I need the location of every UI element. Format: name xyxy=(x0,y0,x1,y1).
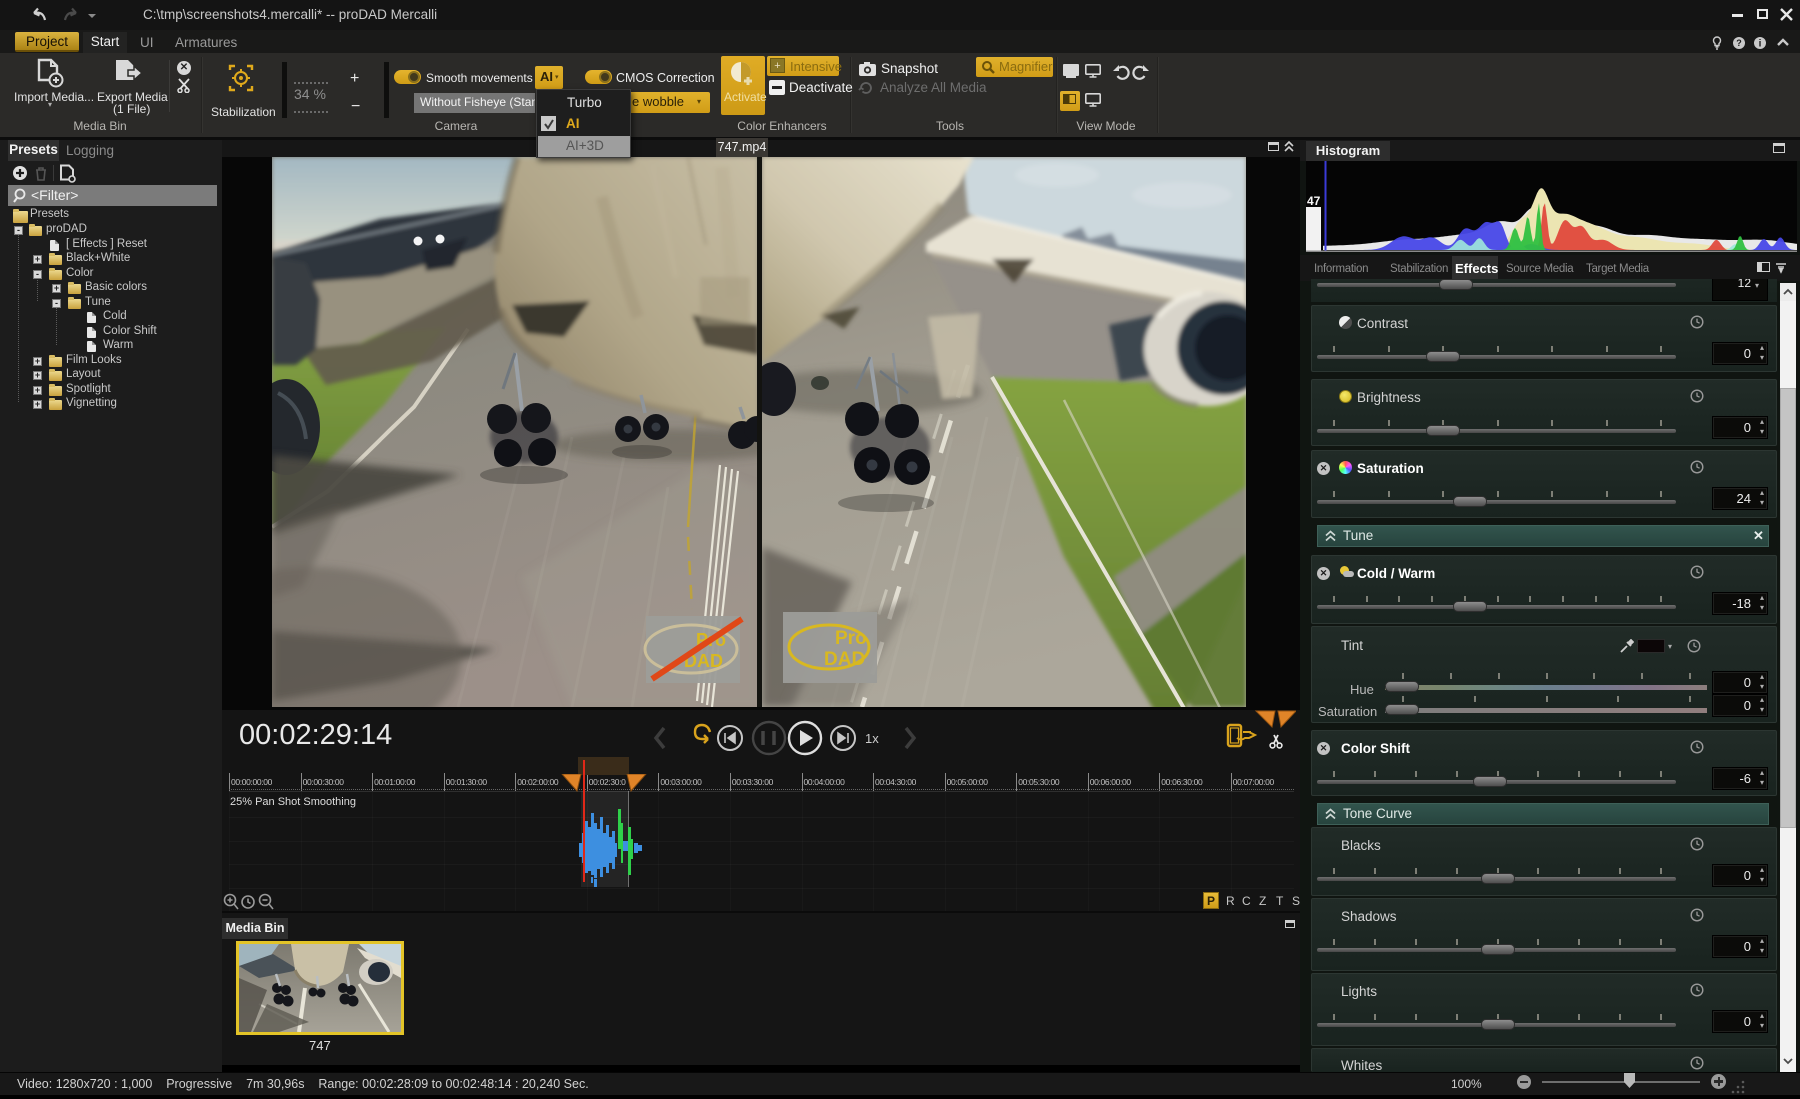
svg-text:47: 47 xyxy=(1307,194,1321,208)
svg-text:1x: 1x xyxy=(865,731,879,746)
svg-text:i: i xyxy=(1759,39,1762,50)
svg-text:DAD: DAD xyxy=(824,649,865,670)
svg-text:?: ? xyxy=(1736,38,1742,48)
svg-text:Pro: Pro xyxy=(835,628,867,649)
